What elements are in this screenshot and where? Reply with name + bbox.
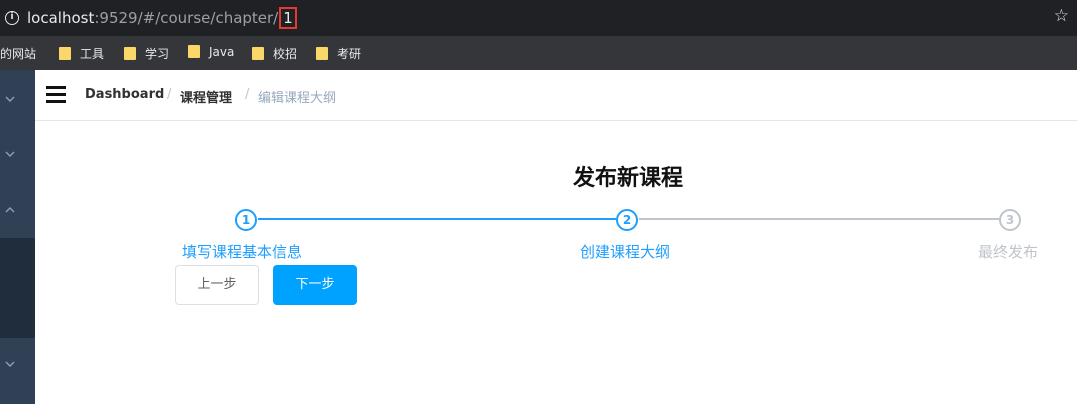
chevron-down-icon[interactable] [2, 91, 18, 107]
step-3-label: 最终发布 [978, 243, 1039, 261]
sidebar-active-submenu[interactable] [0, 238, 35, 338]
chevron-up-icon[interactable] [2, 202, 18, 218]
prev-step-button[interactable]: 上一步 [175, 265, 259, 305]
bookmarks-bar: 的网站 工具 学习 Java 校招 考研 [0, 36, 1077, 70]
step-3-circle: 3 [999, 209, 1021, 231]
url-field[interactable]: localhost:9529/#/course/chapter/1 [27, 7, 297, 29]
step-1-label: 填写课程基本信息 [182, 243, 303, 261]
page-title: 发布新课程 [572, 166, 683, 191]
bookmark-folder-campus[interactable]: 校招 [252, 45, 297, 62]
sidebar [0, 70, 35, 404]
address-bar[interactable]: i localhost:9529/#/course/chapter/1 ☆ [0, 0, 1077, 36]
step-connector-todo [639, 218, 999, 220]
bookmark-folder-study[interactable]: 学习 [124, 45, 169, 62]
bookmark-label: 的网站 [0, 47, 37, 61]
step-2-label: 创建课程大纲 [580, 243, 671, 261]
bookmark-label: 考研 [337, 47, 362, 61]
folder-icon [124, 47, 136, 60]
bookmark-star-icon[interactable]: ☆ [1054, 6, 1069, 26]
step-1-circle: 1 [235, 209, 257, 231]
step-2-circle: 2 [616, 209, 638, 231]
folder-icon [188, 45, 200, 58]
breadcrumb-current: 编辑课程大纲 [258, 91, 337, 106]
bookmark-folder-exam[interactable]: 考研 [316, 45, 361, 62]
folder-icon [59, 47, 71, 60]
url-host: localhost [27, 9, 95, 27]
bookmark-folder-java[interactable]: Java [188, 45, 234, 59]
bookmark-label: 工具 [80, 47, 105, 61]
navbar: Dashboard / 课程管理 / 编辑课程大纲 [35, 70, 1077, 121]
bookmark-label: Java [209, 45, 235, 59]
url-highlight: 1 [279, 7, 297, 29]
bookmark-folder-tools[interactable]: 工具 [59, 45, 104, 62]
breadcrumb-dashboard[interactable]: Dashboard [85, 87, 164, 102]
step-connector-done [258, 218, 616, 220]
folder-icon [252, 47, 264, 60]
breadcrumb-course-management[interactable]: 课程管理 [180, 87, 232, 106]
bookmark-label: 校招 [273, 47, 298, 61]
bookmark-label: 学习 [145, 47, 170, 61]
next-step-button[interactable]: 下一步 [273, 265, 357, 305]
breadcrumb-separator: / [245, 87, 250, 102]
hamburger-menu-icon[interactable] [46, 86, 66, 104]
bookmark-item[interactable]: 的网站 [0, 45, 36, 62]
breadcrumb-separator: / [167, 87, 172, 102]
url-path: :9529/#/course/chapter/ [94, 9, 279, 27]
chevron-down-icon[interactable] [2, 356, 18, 372]
folder-icon [316, 47, 328, 60]
chevron-down-icon[interactable] [2, 146, 18, 162]
info-icon[interactable]: i [5, 11, 19, 25]
